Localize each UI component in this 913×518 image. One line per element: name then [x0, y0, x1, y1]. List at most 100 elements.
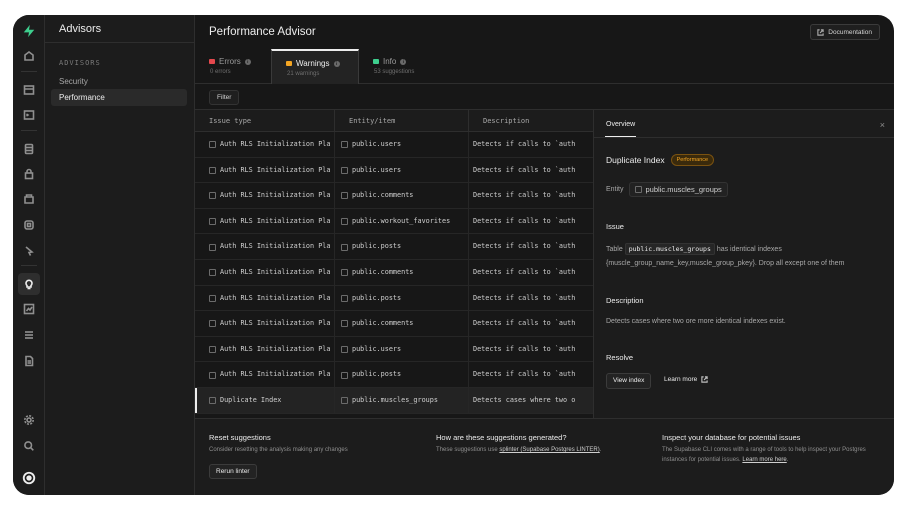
close-icon[interactable]: ×	[880, 120, 885, 130]
table-row[interactable]: Auth RLS Initialization Pla public.commen…	[195, 260, 593, 286]
issue-table-code: public.muscles_groups	[624, 243, 715, 255]
learn-more-link[interactable]: Learn more	[664, 376, 708, 383]
search-icon[interactable]	[21, 438, 37, 454]
filter-button[interactable]: Filter	[209, 90, 240, 105]
advisors-lightbulb-icon[interactable]	[18, 273, 40, 295]
table-icon	[341, 269, 348, 277]
table-row[interactable]: Auth RLS Initialization Pla public.posts D…	[195, 362, 593, 388]
documentation-button[interactable]: Documentation	[810, 24, 880, 40]
table-row[interactable]: Auth RLS Initialization Pla public.workou…	[195, 208, 593, 235]
column-header-issue-type[interactable]: Issue type	[195, 110, 335, 132]
entity-text: public.comments	[352, 191, 414, 200]
info-icon: i	[244, 58, 251, 65]
table-icon	[341, 192, 348, 200]
table-row[interactable]: Auth RLS Initialization Pla public.users D…	[195, 336, 593, 363]
tab-overview[interactable]: Overview	[606, 121, 635, 128]
tab-info[interactable]: Info i 53 suggestions	[359, 49, 449, 84]
table-row[interactable]: Auth RLS Initialization Pla public.users D…	[195, 157, 593, 184]
lint-icon	[209, 294, 216, 302]
issue-type-cell: Auth RLS Initialization Pla	[195, 260, 335, 286]
filter-bar: Filter	[195, 85, 894, 110]
issue-text: Table public.muscles_groups has identica…	[606, 242, 890, 271]
sidebar-item-performance[interactable]: Performance	[51, 89, 187, 106]
issue-type-cell: Auth RLS Initialization Pla	[195, 336, 335, 363]
view-index-button[interactable]: View index	[606, 373, 652, 389]
database-icon[interactable]	[21, 141, 37, 157]
rerun-linter-button[interactable]: Rerun linter	[209, 463, 257, 479]
entity-text: public.workout_favorites	[352, 216, 451, 225]
issue-type-text: Auth RLS Initialization Pla	[220, 293, 331, 302]
panel-title-text: Duplicate Index	[606, 155, 665, 165]
issue-type-text: Auth RLS Initialization Pla	[220, 242, 331, 251]
main-content: Performance Advisor Documentation Errors…	[195, 15, 894, 495]
entity-text: public.posts	[352, 242, 402, 251]
lint-icon	[209, 243, 216, 251]
api-docs-icon[interactable]	[21, 353, 37, 369]
entity-text: public.users	[352, 165, 402, 174]
learn-more-label: Learn more	[664, 376, 698, 383]
supabase-logo-icon[interactable]	[21, 23, 37, 39]
issue-type-cell: Auth RLS Initialization Pla	[195, 285, 335, 312]
table-editor-icon[interactable]	[21, 82, 37, 98]
description-text: Detects if calls to `auth	[473, 242, 576, 251]
sidebar-item-security[interactable]: Security	[51, 73, 187, 90]
how-text-pre: These suggestions use	[436, 447, 498, 453]
description-text: Detects if calls to `auth	[473, 140, 576, 148]
category-badge: Performance	[670, 154, 715, 166]
user-avatar-icon[interactable]	[21, 470, 37, 486]
issue-text-pre: Table	[606, 246, 623, 253]
table-icon	[341, 371, 348, 379]
issue-type-cell: Duplicate Index	[195, 388, 335, 414]
home-icon[interactable]	[21, 48, 37, 64]
tab-warnings[interactable]: Warnings i 21 warnings	[271, 49, 359, 84]
lint-icon	[209, 397, 216, 405]
settings-gear-icon[interactable]	[21, 412, 37, 428]
entity-value: public.muscles_groups	[645, 185, 722, 194]
edge-functions-icon[interactable]	[21, 217, 37, 233]
column-header-description[interactable]: Description	[469, 110, 593, 132]
reports-icon[interactable]	[21, 301, 37, 317]
description-text: Detects if calls to `auth	[473, 268, 576, 276]
entity-text: public.muscles_groups	[352, 396, 438, 404]
issue-type-text: Auth RLS Initialization Pla	[220, 268, 331, 276]
entity-cell: public.muscles_groups	[335, 388, 469, 414]
column-header-entity[interactable]: Entity/item	[335, 110, 469, 132]
external-link-icon	[701, 376, 708, 383]
learn-more-here-link[interactable]: Learn more here	[742, 457, 786, 463]
tab-errors[interactable]: Errors i 0 errors	[195, 49, 271, 84]
table-row[interactable]: Auth RLS Initialization Pla public.users D…	[195, 132, 593, 158]
splinter-link[interactable]: splinter (Supabase Postgres LINTER)	[499, 447, 599, 453]
table-icon	[341, 320, 348, 328]
table-row[interactable]: Auth RLS Initialization Pla public.commen…	[195, 311, 593, 337]
table-row[interactable]: Duplicate Index public.muscles_groups Dete…	[195, 388, 593, 414]
table-row[interactable]: Auth RLS Initialization Pla public.commen…	[195, 183, 593, 209]
realtime-icon[interactable]	[21, 243, 37, 259]
table-icon	[341, 166, 348, 174]
entity-cell: public.comments	[335, 183, 469, 209]
entity-cell: public.posts	[335, 234, 469, 260]
entity-cell: public.users	[335, 157, 469, 184]
description-cell: Detects if calls to `auth	[469, 183, 593, 209]
description-text: Detects if calls to `auth	[473, 344, 576, 353]
table-row[interactable]: Auth RLS Initialization Pla public.posts D…	[195, 234, 593, 260]
inspect-text: The Supabase CLI comes with a range of t…	[662, 446, 884, 465]
issue-type-text: Duplicate Index	[220, 396, 282, 404]
logs-list-icon[interactable]	[21, 327, 37, 343]
table-icon	[341, 141, 348, 149]
description-cell: Detects cases where two o	[469, 388, 593, 414]
table-row[interactable]: Auth RLS Initialization Pla public.posts D…	[195, 285, 593, 312]
auth-lock-icon[interactable]	[21, 166, 37, 182]
issue-type-text: Auth RLS Initialization Pla	[220, 191, 331, 200]
entity-chip[interactable]: public.muscles_groups	[628, 182, 728, 197]
issue-type-text: Auth RLS Initialization Pla	[220, 165, 331, 174]
description-cell: Detects if calls to `auth	[469, 132, 593, 158]
how-generated-section: How are these suggestions generated? The…	[436, 433, 646, 456]
lint-icon	[209, 218, 216, 226]
entity-text: public.posts	[352, 293, 402, 302]
resolve-label: Resolve	[606, 353, 634, 362]
entity-cell: public.posts	[335, 285, 469, 312]
reset-text: Consider resetting the analysis making a…	[209, 447, 348, 453]
sql-editor-icon[interactable]	[21, 107, 37, 123]
storage-icon[interactable]	[21, 191, 37, 207]
sidebar-section-header: ADVISORS	[59, 59, 101, 67]
